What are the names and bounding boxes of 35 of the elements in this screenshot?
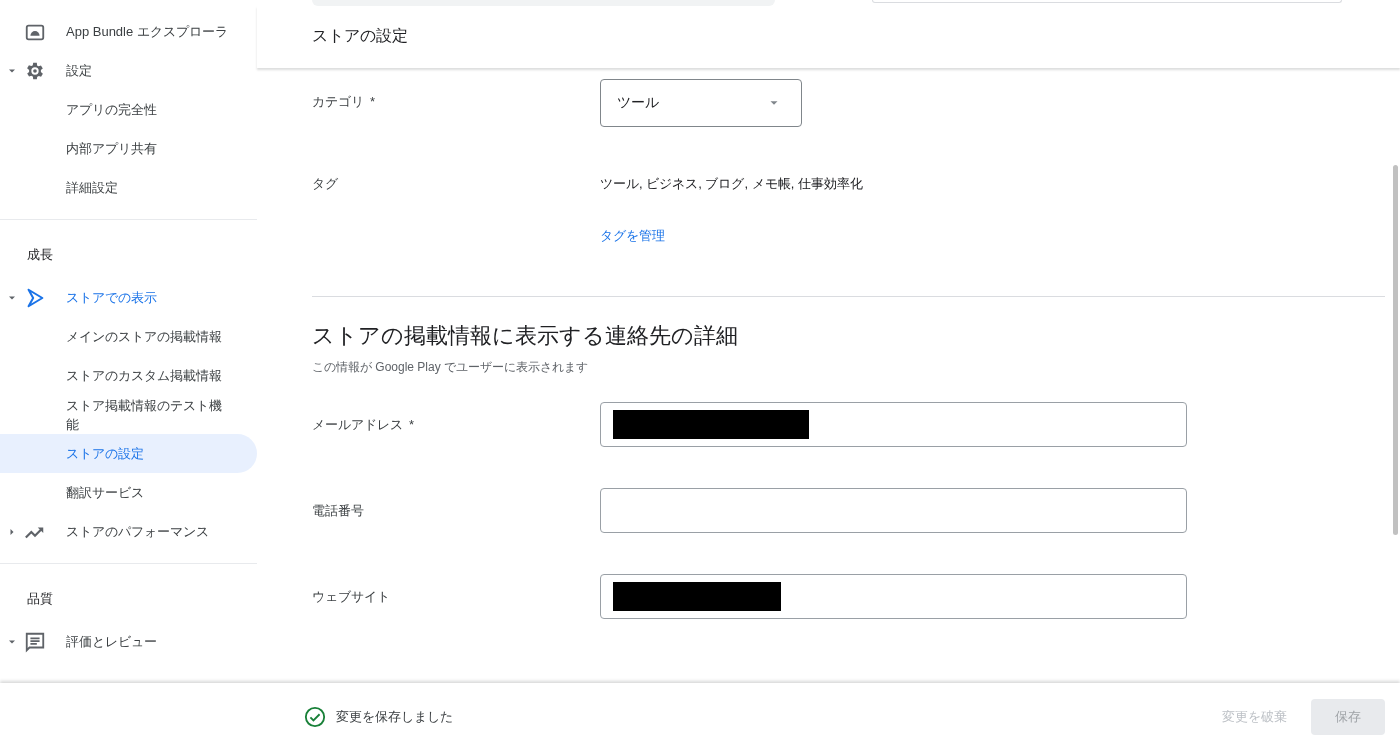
nav-item[interactable]: 設定 [54, 57, 230, 84]
input-field[interactable] [600, 402, 1187, 447]
input-field[interactable] [600, 574, 1187, 619]
nav-item[interactable]: ストアでの表示 [54, 284, 230, 311]
nav-subitem[interactable]: アプリの完全性 [0, 90, 257, 129]
field-label: メールアドレス [312, 417, 403, 432]
category-dropdown[interactable]: ツール [600, 79, 802, 127]
nav-item[interactable]: ストアのパフォーマンス [54, 518, 230, 545]
section-heading: 成長 [26, 246, 54, 264]
check-circle-icon [304, 705, 326, 728]
section-description: この情報が Google Play でユーザーに表示されます [312, 359, 590, 376]
field-label: カテゴリ [312, 94, 364, 109]
scrollbar-thumb[interactable] [1393, 165, 1398, 535]
nav-subitem[interactable]: メインのストアの掲載情報 [0, 317, 257, 356]
field-label: 電話番号 [312, 503, 364, 518]
field-label: タグ [312, 176, 338, 191]
nav-subitem[interactable]: ストアのカスタム掲載情報 [0, 356, 257, 395]
manage-tags-link[interactable]: タグを管理 [600, 228, 665, 243]
field-label: ウェブサイト [312, 589, 390, 604]
input-field[interactable] [600, 488, 1187, 533]
tags-text: ツール, ビジネス, ブログ, メモ帳, 仕事効率化 [600, 175, 863, 193]
section-heading: ストアの掲載情報に表示する連絡先の詳細 [312, 322, 739, 350]
nav-subitem[interactable]: 翻訳サービス [0, 473, 257, 512]
section-heading: 品質 [26, 590, 54, 608]
nav-subitem[interactable]: 内部アプリ共有 [0, 129, 257, 168]
section-title: ストアの設定 [312, 26, 408, 46]
message-icon [24, 630, 46, 653]
nav-item[interactable]: 評価とレビュー [54, 628, 230, 655]
status-message: 変更を保存しました [336, 707, 454, 726]
nav-item[interactable]: App Bundle エクスプローラ [54, 18, 230, 45]
nav-subitem[interactable]: ストアの設定 [0, 434, 257, 473]
required-mark: * [370, 94, 376, 109]
nav-subitem[interactable]: ストア掲載情報のテスト機能 [0, 395, 257, 434]
required-mark: * [409, 417, 415, 432]
nav-subitem[interactable]: 詳細設定 [0, 168, 257, 207]
